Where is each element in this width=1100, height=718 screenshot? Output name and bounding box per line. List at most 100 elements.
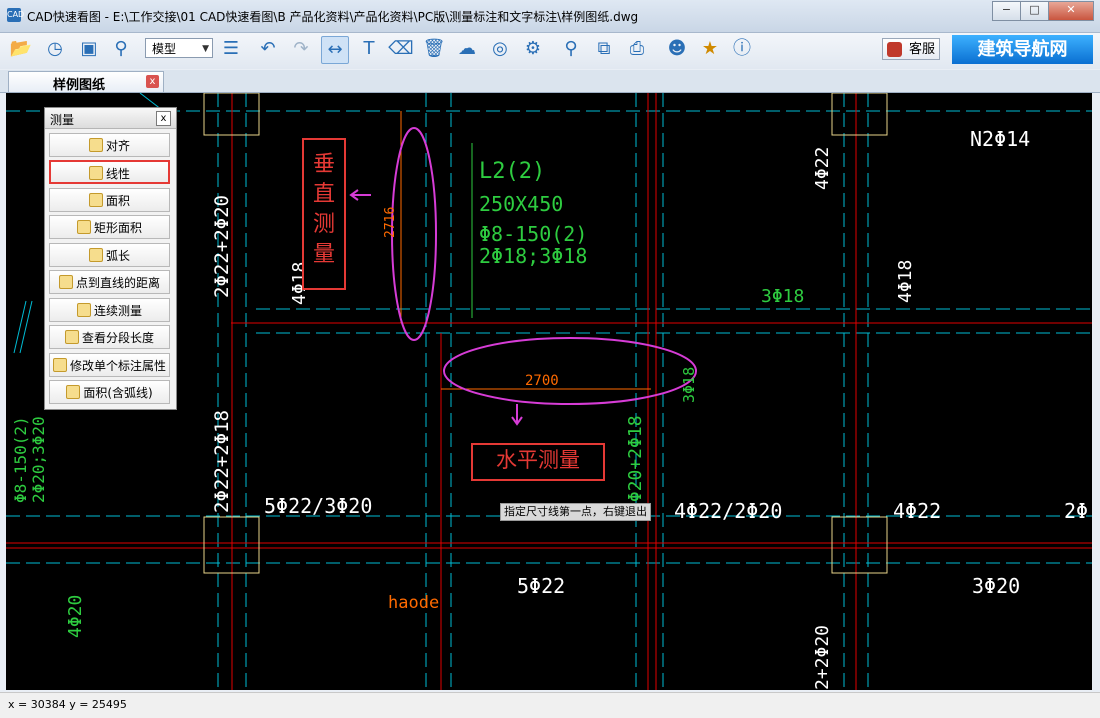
measure-icon[interactable]: ↔ <box>321 36 349 64</box>
delete-icon[interactable]: 🗑 <box>421 36 447 62</box>
maximize-button[interactable]: □ <box>1020 1 1049 21</box>
mid-label-a: 3Φ18 <box>761 286 804 307</box>
measure-rect-area-button[interactable]: 矩形面积 <box>49 215 170 239</box>
horizontal-measure-text: 水平测量 <box>496 448 580 472</box>
left-label-d: Φ8-150(2) <box>11 416 30 503</box>
row-label-g: 4Φ20 <box>65 595 86 638</box>
measure-item-label: 弧长 <box>105 249 130 263</box>
find-text-icon[interactable]: ⚲ <box>558 36 584 62</box>
tab-close-icon[interactable]: x <box>146 75 159 88</box>
panel-close-icon[interactable]: x <box>156 111 171 126</box>
mode-select[interactable]: 模型 ▼ <box>145 38 213 58</box>
dim-horizontal-label: 2700 <box>525 373 559 389</box>
print-icon[interactable]: ⎙ <box>624 36 650 62</box>
measure-item-label: 面积 <box>105 194 130 208</box>
small-label-a: 3Φ18 <box>680 367 698 403</box>
measure-item-label: 查看分段长度 <box>81 331 154 345</box>
vip-icon[interactable]: ★ <box>697 36 723 62</box>
area-arc-icon <box>66 385 81 399</box>
mode-select-value: 模型 <box>152 42 177 56</box>
top-right-label: N2Φ14 <box>970 127 1030 151</box>
measure-align-button[interactable]: 对齐 <box>49 133 170 157</box>
measure-panel-title: 测量 <box>50 113 75 127</box>
eraser-icon[interactable]: ⌫ <box>388 36 414 62</box>
segment-icon <box>64 330 79 344</box>
row-label-d: 2Φ <box>1064 499 1088 523</box>
measure-edit-dimension-button[interactable]: 修改单个标注属性 <box>49 353 170 377</box>
customer-service-button[interactable]: 客服 <box>882 38 940 60</box>
row-label-h: 2+2Φ20 <box>812 625 833 690</box>
vertical-measure-text: 垂直测量 <box>313 152 336 267</box>
row-label-c: 4Φ22 <box>893 499 941 523</box>
app-logo-icon: CAD <box>7 8 24 22</box>
measure-arc-length-button[interactable]: 弧长 <box>49 243 170 267</box>
stirrup-label: Φ8-150(2) <box>479 222 587 246</box>
row-label-b: 4Φ22/2Φ20 <box>674 499 782 523</box>
text-icon[interactable]: T <box>356 36 382 62</box>
row-label-a: 5Φ22/3Φ20 <box>264 494 372 518</box>
col-label-b: 4Φ18 <box>895 260 916 303</box>
align-icon <box>88 138 103 152</box>
cloud-upload-icon[interactable]: ☁ <box>454 36 480 62</box>
left-label-e: 2Φ20;3Φ20 <box>29 416 48 503</box>
measure-point-line-button[interactable]: 点到直线的距离 <box>49 270 170 294</box>
measure-item-label: 线性 <box>105 167 130 181</box>
minimize-button[interactable]: − <box>992 1 1021 21</box>
copy-icon[interactable]: ⧉ <box>591 36 617 62</box>
tab-sample-drawing[interactable]: 样例图纸 x <box>8 71 164 93</box>
dim-vertical-label: 2716 <box>383 207 398 238</box>
navigation-banner[interactable]: 建筑导航网 <box>952 35 1093 64</box>
measure-item-label: 矩形面积 <box>93 221 142 235</box>
continuous-icon <box>76 303 91 317</box>
hide-icon[interactable]: ◎ <box>487 36 513 62</box>
cursor-coordinates: x = 30384 y = 25495 <box>8 698 127 711</box>
measure-area-button[interactable]: 面积 <box>49 188 170 212</box>
user-icon[interactable]: ☻ <box>664 36 690 62</box>
status-bar: x = 30384 y = 25495 <box>0 692 1100 718</box>
layers-icon[interactable]: ☰ <box>218 36 244 62</box>
edit-dimension-icon <box>52 358 67 372</box>
open-folder-icon[interactable]: 📂 <box>8 36 34 62</box>
main-toolbar: 📂 ◷ ▣ ⚲ 模型 ▼ ☰ ↶ ↷ ↔ T ⌫ 🗑 ☁ ◎ ⚙ ⚲ ⧉ ⎙ ☻ … <box>0 33 1100 69</box>
service-icon <box>887 42 902 57</box>
fullscreen-icon[interactable]: ▣ <box>76 36 102 62</box>
close-button[interactable]: ✕ <box>1048 1 1094 21</box>
area-icon <box>88 193 103 207</box>
measure-continuous-button[interactable]: 连续测量 <box>49 298 170 322</box>
horizontal-measure-annotation: 水平测量 <box>471 443 605 481</box>
rect-area-icon <box>76 220 91 234</box>
tab-label: 样例图纸 <box>53 78 106 93</box>
measure-panel-header[interactable]: 测量 x <box>45 108 176 129</box>
row-label-e: 5Φ22 <box>517 574 565 598</box>
settings-icon[interactable]: ⚙ <box>520 36 546 62</box>
chevron-down-icon: ▼ <box>202 44 209 54</box>
beam-size-label: 250X450 <box>479 192 563 216</box>
measure-item-label: 点到直线的距离 <box>75 276 160 290</box>
col-label-a: 4Φ22 <box>812 147 833 190</box>
beam-name-label: L2(2) <box>479 159 545 184</box>
bars-label: 2Φ18;3Φ18 <box>479 244 587 268</box>
info-icon[interactable]: ⓘ <box>729 36 755 62</box>
measure-item-label: 面积(含弧线) <box>83 386 153 400</box>
measure-segment-length-button[interactable]: 查看分段长度 <box>49 325 170 349</box>
title-bar: CAD CAD快速看图 - E:\工作交接\01 CAD快速看图\B 产品化资料… <box>0 0 1100 33</box>
document-tabbar: 样例图纸 x <box>0 70 1100 93</box>
point-line-icon <box>58 275 73 289</box>
mid-label-b: 2Φ20+2Φ18 <box>625 415 646 513</box>
window-controls: − □ ✕ <box>992 1 1094 21</box>
row-label-f: 3Φ20 <box>972 574 1020 598</box>
vertical-measure-annotation: 垂直测量 <box>302 138 346 290</box>
window-title: CAD快速看图 - E:\工作交接\01 CAD快速看图\B 产品化资料\产品化… <box>27 10 639 24</box>
undo-icon[interactable]: ↶ <box>255 36 281 62</box>
measure-item-label: 对齐 <box>105 139 130 153</box>
zoom-window-icon[interactable]: ⚲ <box>108 36 134 62</box>
history-icon[interactable]: ◷ <box>42 36 68 62</box>
left-label-a: 2Φ22+2Φ20 <box>211 195 233 298</box>
measure-linear-button[interactable]: 线性 <box>49 160 170 184</box>
redo-icon[interactable]: ↷ <box>288 36 314 62</box>
haode-label: haode <box>388 593 439 613</box>
arc-icon <box>88 248 103 262</box>
measure-item-label: 修改单个标注属性 <box>69 359 166 373</box>
measure-panel: 测量 x 对齐 线性 面积 矩形面积 弧长 点到直线的距离 连续测量 查看分段长… <box>44 107 177 410</box>
measure-area-arc-button[interactable]: 面积(含弧线) <box>49 380 170 404</box>
